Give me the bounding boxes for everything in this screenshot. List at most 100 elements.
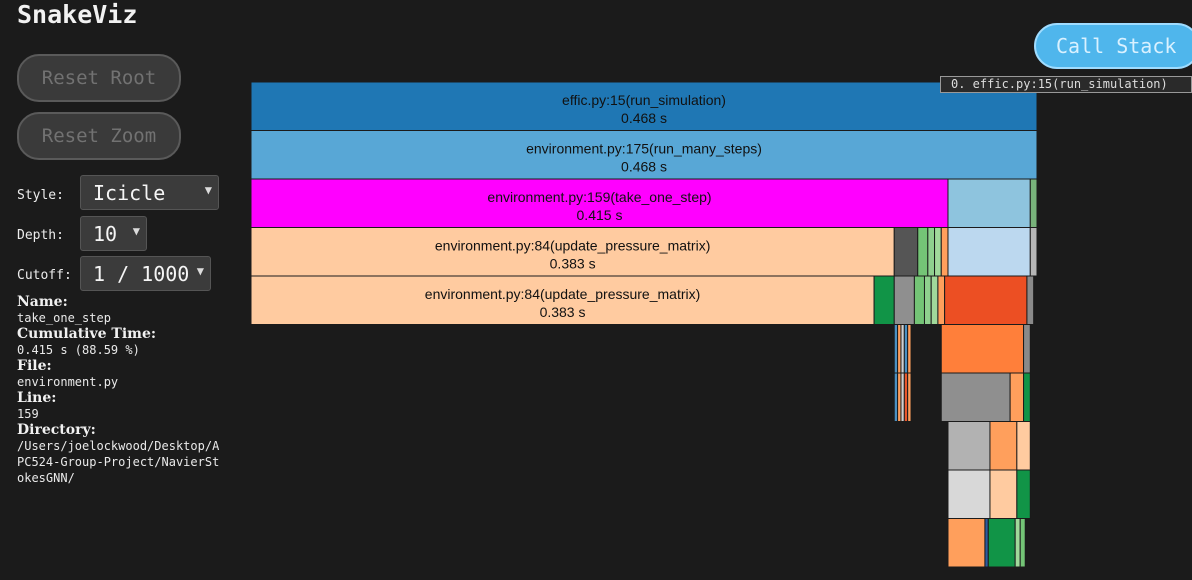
- icicle-node[interactable]: [989, 469, 1018, 519]
- icicle-node[interactable]: [913, 275, 925, 325]
- icicle-node-rect[interactable]: [947, 421, 991, 471]
- icicle-node[interactable]: [947, 518, 986, 568]
- icicle-node[interactable]: [907, 372, 912, 422]
- icicle-node[interactable]: [1023, 372, 1031, 422]
- call-stack-item[interactable]: 0. effic.py:15(run_simulation): [940, 76, 1192, 93]
- icicle-node-rect[interactable]: [873, 275, 895, 325]
- snakeviz-app: SnakeViz Reset Root Reset Zoom Style: Ic…: [0, 0, 1192, 580]
- icicle-node-rect[interactable]: [900, 324, 905, 374]
- icicle-node-rect[interactable]: [1023, 324, 1031, 374]
- icicle-node-rect[interactable]: [989, 421, 1018, 471]
- icicle-node-rect[interactable]: [947, 227, 1031, 277]
- icicle-node-rect[interactable]: [1016, 421, 1031, 471]
- icicle-node[interactable]: [940, 324, 1025, 374]
- icicle-node-rect[interactable]: [987, 518, 1016, 568]
- icicle-node[interactable]: [900, 372, 905, 422]
- icicle-node-rect[interactable]: [900, 372, 905, 422]
- icicle-node-rect[interactable]: [913, 275, 925, 325]
- icicle-node-rect[interactable]: [897, 372, 902, 422]
- icicle-node[interactable]: [947, 469, 991, 519]
- icicle-node[interactable]: [873, 275, 895, 325]
- icicle-node-rect[interactable]: [893, 227, 919, 277]
- icicle-node-rect[interactable]: [940, 227, 949, 277]
- icicle-node[interactable]: [927, 227, 936, 277]
- icicle-node[interactable]: environment.py:159(take_one_step) 0.415 s: [250, 178, 949, 228]
- icicle-node-rect[interactable]: [1016, 469, 1031, 519]
- icicle-node-rect[interactable]: [1019, 518, 1026, 568]
- icicle-node[interactable]: [940, 227, 949, 277]
- icicle-node-rect[interactable]: [927, 227, 936, 277]
- icicle-node-rect[interactable]: [930, 275, 939, 325]
- icicle-node[interactable]: [930, 275, 939, 325]
- icicle-node-rect[interactable]: [907, 324, 912, 374]
- icicle-node[interactable]: [907, 324, 912, 374]
- icicle-node[interactable]: [903, 324, 909, 374]
- icicle-node-rect[interactable]: [903, 372, 909, 422]
- icicle-node[interactable]: [947, 421, 991, 471]
- icicle-node-rect[interactable]: [1023, 372, 1031, 422]
- icicle-node[interactable]: [923, 275, 932, 325]
- icicle-node[interactable]: [987, 518, 1016, 568]
- icicle-node[interactable]: [893, 324, 899, 374]
- icicle-node[interactable]: [934, 227, 942, 277]
- icicle-node[interactable]: [1029, 178, 1038, 228]
- icicle-node-rect[interactable]: [893, 324, 899, 374]
- icicle-node-label: environment.py:175(run_many_steps): [526, 141, 762, 157]
- icicle-node-rect[interactable]: [923, 275, 932, 325]
- icicle-node[interactable]: [893, 275, 915, 325]
- icicle-node[interactable]: [944, 275, 1028, 325]
- icicle-node-rect[interactable]: [940, 372, 1011, 422]
- icicle-node-rect[interactable]: [1029, 178, 1038, 228]
- icicle-node[interactable]: [947, 227, 1031, 277]
- icicle-node-rect[interactable]: [907, 372, 912, 422]
- icicle-node[interactable]: [1023, 324, 1031, 374]
- icicle-node-rect[interactable]: [947, 178, 1031, 228]
- icicle-node-label: effic.py:15(run_simulation): [562, 92, 726, 108]
- icicle-node-rect[interactable]: [984, 518, 989, 568]
- icicle-node[interactable]: [947, 178, 1031, 228]
- icicle-node-rect[interactable]: [893, 275, 915, 325]
- icicle-node[interactable]: [940, 372, 1011, 422]
- icicle-node-rect[interactable]: [1009, 372, 1025, 422]
- icicle-node-rect[interactable]: [1029, 227, 1038, 277]
- icicle-node-rect[interactable]: [947, 469, 991, 519]
- icicle-node[interactable]: [897, 372, 902, 422]
- icicle-node-rect[interactable]: [937, 275, 946, 325]
- icicle-node[interactable]: [1009, 372, 1025, 422]
- icicle-node-rect[interactable]: [947, 518, 986, 568]
- icicle-node[interactable]: [1019, 518, 1026, 568]
- icicle-node-rect[interactable]: [940, 324, 1025, 374]
- icicle-node[interactable]: [989, 421, 1018, 471]
- icicle-node[interactable]: [903, 372, 909, 422]
- icicle-node[interactable]: [900, 324, 905, 374]
- icicle-node-rect[interactable]: [917, 227, 929, 277]
- icicle-node[interactable]: [937, 275, 946, 325]
- icicle-node[interactable]: [984, 518, 989, 568]
- icicle-node-rect[interactable]: [903, 324, 909, 374]
- icicle-node[interactable]: environment.py:84(update_pressure_matrix…: [250, 227, 895, 277]
- icicle-node[interactable]: environment.py:175(run_many_steps) 0.468 …: [250, 130, 1038, 180]
- icicle-node-rect[interactable]: [944, 275, 1028, 325]
- icicle-node-rect[interactable]: [1014, 518, 1021, 568]
- icicle-node-rect[interactable]: [989, 469, 1018, 519]
- icicle-node-rect[interactable]: [1026, 275, 1035, 325]
- icicle-node[interactable]: [1029, 227, 1038, 277]
- icicle-node[interactable]: [1016, 421, 1031, 471]
- icicle-node-time: 0.468 s: [621, 110, 667, 126]
- call-stack-button[interactable]: Call Stack: [1034, 23, 1192, 69]
- icicle-node[interactable]: [893, 227, 919, 277]
- icicle-node[interactable]: environment.py:84(update_pressure_matrix…: [250, 275, 875, 325]
- icicle-node[interactable]: [893, 372, 899, 422]
- icicle-node-time: 0.415 s: [577, 207, 623, 223]
- icicle-node-rect[interactable]: [897, 324, 902, 374]
- icicle-node-label: environment.py:159(take_one_step): [487, 189, 711, 205]
- icicle-node[interactable]: [1014, 518, 1021, 568]
- icicle-node-rect[interactable]: [934, 227, 942, 277]
- icicle-node[interactable]: effic.py:15(run_simulation) 0.468 s: [250, 81, 1038, 131]
- icicle-node-rect[interactable]: [893, 372, 899, 422]
- icicle-node[interactable]: [1026, 275, 1035, 325]
- icicle-node[interactable]: [917, 227, 929, 277]
- icicle-node[interactable]: [1016, 469, 1031, 519]
- icicle-node[interactable]: [897, 324, 902, 374]
- icicle-node-label: environment.py:84(update_pressure_matrix…: [435, 238, 710, 254]
